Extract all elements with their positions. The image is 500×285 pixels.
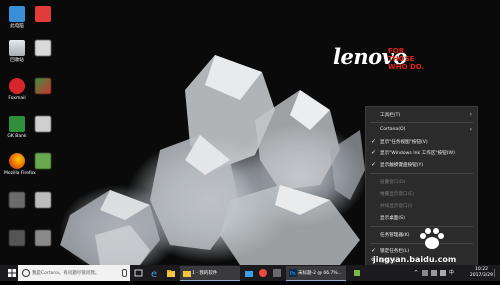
cortana-icon: [22, 269, 30, 277]
chevron-right-icon: ›: [469, 111, 472, 118]
computer-icon: [9, 6, 25, 22]
app-icon: [35, 78, 51, 94]
desktop-icon-col2-5[interactable]: [30, 153, 56, 169]
desktop-icon-foxmail[interactable]: Foxmail: [4, 78, 30, 101]
input-language[interactable]: 中: [449, 269, 455, 276]
desktop-icon-col2-3[interactable]: [30, 78, 56, 94]
document-icon: [35, 116, 51, 132]
menu-divider: [370, 122, 473, 123]
menu-item-stack-windows: 堆叠显示窗口(E): [380, 192, 415, 197]
document-icon: [35, 40, 51, 56]
desktop-icon-firefox[interactable]: Mozilla Firefox: [4, 153, 36, 176]
photoshop-icon: Ps: [289, 269, 297, 277]
edge-icon[interactable]: e: [150, 268, 160, 278]
app-icon: [35, 153, 51, 169]
foxmail-icon: [9, 78, 25, 94]
gk-bank-icon: [9, 116, 25, 132]
document-icon: [35, 192, 51, 208]
system-clock[interactable]: 10:22 2017/3/29: [470, 267, 493, 279]
desktop-icon-col2-2[interactable]: [30, 40, 56, 56]
task-view-icon[interactable]: [134, 268, 144, 278]
cortana-search-box[interactable]: 我是Cortana。有问题尽管问我。: [18, 265, 130, 281]
chevron-right-icon: ›: [469, 126, 472, 133]
app-icon: [35, 230, 51, 246]
desktop-icon-recycle-bin[interactable]: 回收站: [4, 40, 30, 63]
menu-item-show-touch-keyboard[interactable]: ✓ 显示触摸键盘按钮(Y): [366, 160, 477, 170]
taskbar[interactable]: 我是Cortana。有问题尽管问我。 e 1 - 我的软件 Ps 未标题-2 @…: [0, 265, 500, 281]
app-icon[interactable]: [272, 268, 282, 278]
checkmark-icon: ✓: [371, 161, 377, 168]
checkmark-icon: ✓: [371, 149, 377, 156]
menu-item-show-task-view[interactable]: ✓ 显示"任务视图"按钮(V): [366, 137, 477, 147]
menu-item-show-desktop[interactable]: 显示桌面(S): [366, 213, 477, 223]
microphone-icon[interactable]: [122, 269, 127, 277]
recycle-bin-icon: [9, 40, 25, 56]
firefox-icon: [9, 153, 25, 169]
desktop-icon-col2-1[interactable]: [30, 6, 56, 22]
menu-item-cortana[interactable]: Cortana(O) ›: [366, 125, 477, 135]
desktop-icon-blurred-2[interactable]: [4, 230, 30, 246]
paw-icon: [420, 228, 444, 249]
menu-item-show-windows-ink[interactable]: ✓ 显示"Windows Ink 工作区"按钮(W): [366, 148, 477, 158]
app-icon: [35, 6, 51, 22]
windows-icon: [8, 269, 16, 277]
desktop-icon-blurred-1[interactable]: [4, 192, 30, 208]
blurred-app-icon: [9, 192, 25, 208]
taskbar-app-photoshop[interactable]: Ps 未标题-2 @ 66.7%...: [286, 266, 346, 281]
menu-divider: [370, 226, 473, 227]
tray-overflow-icon[interactable]: ^: [414, 270, 420, 276]
desktop-icon-col2-7[interactable]: [30, 230, 56, 246]
show-desktop-button[interactable]: [494, 269, 499, 277]
desktop-icon-col2-4[interactable]: [30, 116, 56, 132]
desktop-icon-this-pc[interactable]: 此电脑: [4, 6, 30, 29]
baidu-jingyan-watermark: jingyan.baidu.com: [373, 228, 491, 265]
file-explorer-icon[interactable]: [166, 268, 176, 278]
svg-text:Ps: Ps: [290, 271, 296, 277]
taskbar-app-my-software[interactable]: 1 - 我的软件: [180, 266, 240, 281]
brand-tagline: FOR THOSE WHO DO.: [388, 47, 425, 71]
svg-text:e: e: [151, 269, 157, 278]
desktop[interactable]: 此电脑 回收站 Foxmail GK Bank Mozilla Firefox: [0, 0, 500, 265]
clock-date: 2017/3/29: [469, 273, 493, 278]
desktop-icon-gk-bank[interactable]: GK Bank: [4, 116, 30, 139]
store-icon[interactable]: [244, 268, 254, 278]
checkmark-icon: ✓: [371, 138, 377, 145]
menu-divider: [370, 173, 473, 174]
app-icon[interactable]: [258, 268, 268, 278]
search-placeholder: 我是Cortana。有问题尽管问我。: [32, 271, 100, 276]
app-icon[interactable]: [352, 268, 362, 278]
menu-item-toolbars[interactable]: 工具栏(T) ›: [366, 110, 477, 120]
folder-icon: [183, 271, 191, 277]
menu-item-side-by-side: 并排显示窗口(I): [380, 204, 413, 209]
blurred-app-icon: [9, 230, 25, 246]
network-icon[interactable]: [422, 270, 428, 276]
volume-icon[interactable]: [431, 270, 437, 276]
desktop-icon-col2-6[interactable]: [30, 192, 56, 208]
battery-icon[interactable]: [440, 270, 446, 276]
menu-item-cascade-windows: 层叠窗口(D): [380, 180, 406, 185]
start-button[interactable]: [6, 265, 18, 281]
lenovo-brand: lenovo FOR THOSE WHO DO.: [333, 44, 424, 71]
